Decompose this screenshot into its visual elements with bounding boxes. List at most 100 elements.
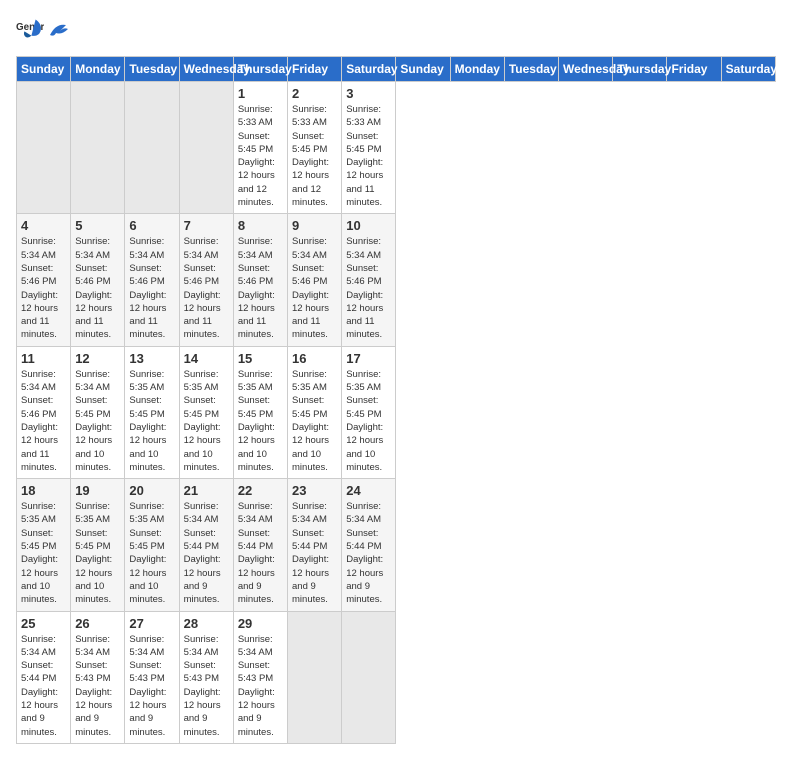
calendar-cell [17, 82, 71, 214]
calendar-cell: 9 Sunrise: 5:34 AM Sunset: 5:46 PM Dayli… [288, 214, 342, 346]
calendar-cell: 29 Sunrise: 5:34 AM Sunset: 5:43 PM Dayl… [233, 611, 287, 743]
day-info: Sunrise: 5:34 AM Sunset: 5:46 PM Dayligh… [184, 235, 229, 341]
day-number: 1 [238, 86, 283, 101]
calendar-cell [71, 82, 125, 214]
day-number: 21 [184, 483, 229, 498]
day-number: 29 [238, 616, 283, 631]
day-info: Sunrise: 5:34 AM Sunset: 5:44 PM Dayligh… [238, 500, 283, 606]
day-number: 3 [346, 86, 391, 101]
calendar-week-1: 1 Sunrise: 5:33 AM Sunset: 5:45 PM Dayli… [17, 82, 776, 214]
day-number: 27 [129, 616, 174, 631]
calendar-cell: 17 Sunrise: 5:35 AM Sunset: 5:45 PM Dayl… [342, 346, 396, 478]
calendar-cell: 8 Sunrise: 5:34 AM Sunset: 5:46 PM Dayli… [233, 214, 287, 346]
header: General [16, 16, 776, 44]
day-number: 6 [129, 218, 174, 233]
calendar-header-row: SundayMondayTuesdayWednesdayThursdayFrid… [17, 57, 776, 82]
day-info: Sunrise: 5:35 AM Sunset: 5:45 PM Dayligh… [346, 368, 391, 474]
day-info: Sunrise: 5:34 AM Sunset: 5:44 PM Dayligh… [346, 500, 391, 606]
day-number: 18 [21, 483, 66, 498]
day-info: Sunrise: 5:33 AM Sunset: 5:45 PM Dayligh… [346, 103, 391, 209]
day-info: Sunrise: 5:35 AM Sunset: 5:45 PM Dayligh… [21, 500, 66, 606]
calendar-cell: 4 Sunrise: 5:34 AM Sunset: 5:46 PM Dayli… [17, 214, 71, 346]
day-header-saturday: Saturday [721, 57, 775, 82]
calendar-cell: 1 Sunrise: 5:33 AM Sunset: 5:45 PM Dayli… [233, 82, 287, 214]
day-header-sunday: Sunday [17, 57, 71, 82]
day-number: 4 [21, 218, 66, 233]
calendar-cell: 28 Sunrise: 5:34 AM Sunset: 5:43 PM Dayl… [179, 611, 233, 743]
day-info: Sunrise: 5:35 AM Sunset: 5:45 PM Dayligh… [75, 500, 120, 606]
day-number: 24 [346, 483, 391, 498]
day-number: 17 [346, 351, 391, 366]
day-info: Sunrise: 5:34 AM Sunset: 5:43 PM Dayligh… [75, 633, 120, 739]
day-number: 12 [75, 351, 120, 366]
calendar-cell [288, 611, 342, 743]
calendar-cell: 16 Sunrise: 5:35 AM Sunset: 5:45 PM Dayl… [288, 346, 342, 478]
day-header-saturday: Saturday [342, 57, 396, 82]
day-header-thursday: Thursday [613, 57, 667, 82]
day-header-wednesday: Wednesday [179, 57, 233, 82]
calendar-cell: 20 Sunrise: 5:35 AM Sunset: 5:45 PM Dayl… [125, 479, 179, 611]
logo-icon: General [16, 16, 44, 44]
day-header-tuesday: Tuesday [125, 57, 179, 82]
day-number: 28 [184, 616, 229, 631]
calendar-cell: 23 Sunrise: 5:34 AM Sunset: 5:44 PM Dayl… [288, 479, 342, 611]
day-number: 9 [292, 218, 337, 233]
day-info: Sunrise: 5:33 AM Sunset: 5:45 PM Dayligh… [238, 103, 283, 209]
calendar-cell: 24 Sunrise: 5:34 AM Sunset: 5:44 PM Dayl… [342, 479, 396, 611]
day-number: 11 [21, 351, 66, 366]
calendar-table: SundayMondayTuesdayWednesdayThursdayFrid… [16, 56, 776, 744]
day-info: Sunrise: 5:34 AM Sunset: 5:46 PM Dayligh… [238, 235, 283, 341]
calendar-cell: 19 Sunrise: 5:35 AM Sunset: 5:45 PM Dayl… [71, 479, 125, 611]
day-info: Sunrise: 5:34 AM Sunset: 5:46 PM Dayligh… [21, 235, 66, 341]
day-number: 7 [184, 218, 229, 233]
calendar-week-2: 4 Sunrise: 5:34 AM Sunset: 5:46 PM Dayli… [17, 214, 776, 346]
day-number: 13 [129, 351, 174, 366]
calendar-cell: 25 Sunrise: 5:34 AM Sunset: 5:44 PM Dayl… [17, 611, 71, 743]
day-number: 16 [292, 351, 337, 366]
day-info: Sunrise: 5:34 AM Sunset: 5:46 PM Dayligh… [21, 368, 66, 474]
day-info: Sunrise: 5:33 AM Sunset: 5:45 PM Dayligh… [292, 103, 337, 209]
day-header-thursday: Thursday [233, 57, 287, 82]
day-info: Sunrise: 5:34 AM Sunset: 5:46 PM Dayligh… [346, 235, 391, 341]
day-header-tuesday: Tuesday [504, 57, 558, 82]
day-number: 20 [129, 483, 174, 498]
day-number: 2 [292, 86, 337, 101]
calendar-week-3: 11 Sunrise: 5:34 AM Sunset: 5:46 PM Dayl… [17, 346, 776, 478]
day-info: Sunrise: 5:34 AM Sunset: 5:43 PM Dayligh… [129, 633, 174, 739]
calendar-cell: 15 Sunrise: 5:35 AM Sunset: 5:45 PM Dayl… [233, 346, 287, 478]
day-number: 8 [238, 218, 283, 233]
day-info: Sunrise: 5:34 AM Sunset: 5:46 PM Dayligh… [129, 235, 174, 341]
calendar-cell: 27 Sunrise: 5:34 AM Sunset: 5:43 PM Dayl… [125, 611, 179, 743]
calendar-cell: 5 Sunrise: 5:34 AM Sunset: 5:46 PM Dayli… [71, 214, 125, 346]
day-info: Sunrise: 5:35 AM Sunset: 5:45 PM Dayligh… [129, 368, 174, 474]
day-header-sunday: Sunday [396, 57, 450, 82]
calendar-cell: 6 Sunrise: 5:34 AM Sunset: 5:46 PM Dayli… [125, 214, 179, 346]
calendar-week-5: 25 Sunrise: 5:34 AM Sunset: 5:44 PM Dayl… [17, 611, 776, 743]
day-info: Sunrise: 5:34 AM Sunset: 5:45 PM Dayligh… [75, 368, 120, 474]
day-number: 10 [346, 218, 391, 233]
calendar-cell: 12 Sunrise: 5:34 AM Sunset: 5:45 PM Dayl… [71, 346, 125, 478]
day-info: Sunrise: 5:35 AM Sunset: 5:45 PM Dayligh… [238, 368, 283, 474]
day-number: 14 [184, 351, 229, 366]
day-header-monday: Monday [71, 57, 125, 82]
calendar-cell: 3 Sunrise: 5:33 AM Sunset: 5:45 PM Dayli… [342, 82, 396, 214]
day-info: Sunrise: 5:35 AM Sunset: 5:45 PM Dayligh… [129, 500, 174, 606]
day-info: Sunrise: 5:34 AM Sunset: 5:43 PM Dayligh… [238, 633, 283, 739]
calendar-cell: 26 Sunrise: 5:34 AM Sunset: 5:43 PM Dayl… [71, 611, 125, 743]
day-header-friday: Friday [288, 57, 342, 82]
calendar-cell: 22 Sunrise: 5:34 AM Sunset: 5:44 PM Dayl… [233, 479, 287, 611]
calendar-cell: 10 Sunrise: 5:34 AM Sunset: 5:46 PM Dayl… [342, 214, 396, 346]
calendar-cell [125, 82, 179, 214]
day-info: Sunrise: 5:34 AM Sunset: 5:44 PM Dayligh… [292, 500, 337, 606]
day-number: 15 [238, 351, 283, 366]
calendar-cell: 13 Sunrise: 5:35 AM Sunset: 5:45 PM Dayl… [125, 346, 179, 478]
day-header-friday: Friday [667, 57, 721, 82]
day-number: 26 [75, 616, 120, 631]
day-header-wednesday: Wednesday [559, 57, 613, 82]
day-number: 25 [21, 616, 66, 631]
logo: General [16, 16, 70, 44]
day-number: 22 [238, 483, 283, 498]
day-info: Sunrise: 5:34 AM Sunset: 5:44 PM Dayligh… [184, 500, 229, 606]
day-info: Sunrise: 5:35 AM Sunset: 5:45 PM Dayligh… [184, 368, 229, 474]
calendar-cell: 7 Sunrise: 5:34 AM Sunset: 5:46 PM Dayli… [179, 214, 233, 346]
